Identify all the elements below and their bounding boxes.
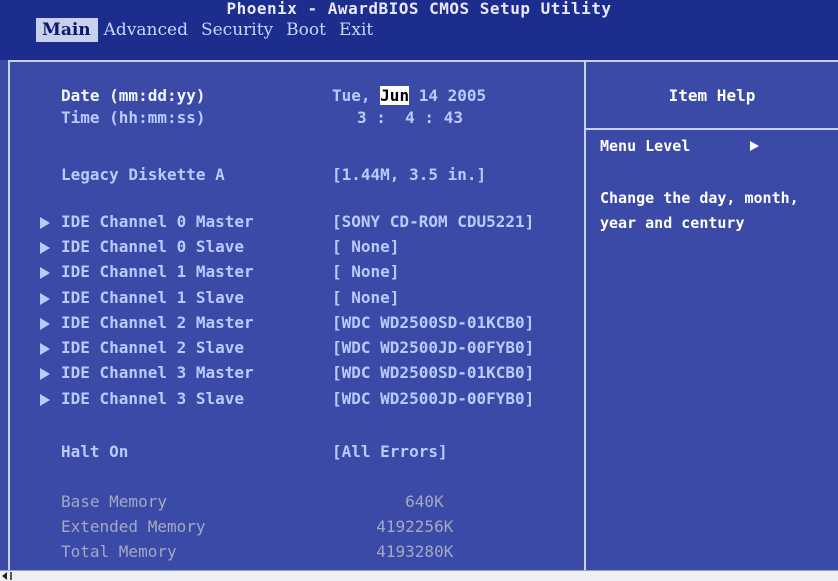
total-memory-value: 4193280K	[357, 542, 454, 561]
diskette-label: Legacy Diskette A	[61, 165, 225, 184]
base-memory-row: Base Memory 640K	[0, 490, 584, 514]
halt-on-value[interactable]: [All Errors]	[332, 440, 448, 464]
extended-memory-label: Extended Memory	[61, 517, 206, 536]
halt-on-label: Halt On	[61, 442, 129, 461]
submenu-arrow-icon	[40, 343, 50, 355]
ide-value: [ None]	[332, 237, 400, 256]
time-value[interactable]: 3 : 4 : 43	[357, 106, 463, 130]
ide-label: IDE Channel 1 Master	[61, 262, 254, 281]
date-value[interactable]: Tue, Jun 14 2005	[332, 84, 486, 108]
ide-value: [ None]	[332, 262, 400, 281]
help-divider	[586, 128, 838, 130]
ide-value: [ None]	[332, 288, 400, 307]
ide-label: IDE Channel 2 Master	[61, 313, 254, 332]
menu-level-label: Menu Level	[600, 137, 691, 155]
ide-label: IDE Channel 0 Slave	[61, 237, 245, 256]
time-row[interactable]: Time (hh:mm:ss) 3 : 4 : 43	[0, 106, 584, 130]
submenu-arrow-icon	[40, 394, 50, 406]
menu-bar: Main Advanced Security Boot Exit	[0, 18, 838, 60]
total-memory-row: Total Memory 4193280K	[0, 540, 584, 564]
ide-label: IDE Channel 3 Slave	[61, 389, 245, 408]
halt-on-row[interactable]: Halt On [All Errors]	[0, 440, 584, 464]
ide-row[interactable]: IDE Channel 1 Master [ None]	[0, 260, 584, 284]
ide-row[interactable]: IDE Channel 1 Slave [ None]	[0, 286, 584, 310]
ide-value: [WDC WD2500JD-00FYB0]	[332, 338, 535, 357]
date-label: Date (mm:dd:yy)	[61, 86, 206, 105]
scroll-left-icon[interactable]	[2, 572, 7, 580]
ide-value: [WDC WD2500SD-01KCB0]	[332, 363, 535, 382]
window-title: Phoenix - AwardBIOS CMOS Setup Utility	[0, 0, 838, 18]
date-weekday: Tue,	[332, 86, 371, 105]
scroll-thumb[interactable]	[10, 572, 12, 580]
menu-exit[interactable]: Exit	[333, 18, 380, 42]
menu-main[interactable]: Main	[36, 18, 98, 42]
submenu-arrow-icon	[40, 217, 50, 229]
ide-row[interactable]: IDE Channel 3 Master [WDC WD2500SD-01KCB…	[0, 361, 584, 385]
date-month-selected[interactable]: Jun	[380, 86, 410, 105]
panel-divider	[584, 60, 586, 570]
ide-row[interactable]: IDE Channel 2 Master [WDC WD2500SD-01KCB…	[0, 311, 584, 335]
ide-row[interactable]: IDE Channel 2 Slave [WDC WD2500JD-00FYB0…	[0, 336, 584, 360]
ide-row[interactable]: IDE Channel 3 Slave [WDC WD2500JD-00FYB0…	[0, 387, 584, 411]
ide-label: IDE Channel 2 Slave	[61, 338, 245, 357]
ide-row[interactable]: IDE Channel 0 Master [SONY CD-ROM CDU522…	[0, 210, 584, 234]
diskette-row[interactable]: Legacy Diskette A [1.44M, 3.5 in.]	[0, 163, 584, 187]
base-memory-label: Base Memory	[61, 492, 167, 511]
ide-label: IDE Channel 3 Master	[61, 363, 254, 382]
extended-memory-value: 4192256K	[357, 517, 454, 536]
menu-advanced[interactable]: Advanced	[98, 18, 195, 42]
help-description: Change the day, month, year and century	[600, 189, 799, 232]
menu-level-arrow-icon	[750, 141, 759, 151]
ide-value: [SONY CD-ROM CDU5221]	[332, 212, 535, 231]
horizontal-scrollbar[interactable]	[0, 570, 838, 581]
ide-label: IDE Channel 0 Master	[61, 212, 254, 231]
extended-memory-row: Extended Memory 4192256K	[0, 515, 584, 539]
item-help-title: Item Help	[668, 86, 756, 105]
date-day-year[interactable]: 14 2005	[409, 86, 486, 105]
ide-value: [WDC WD2500SD-01KCB0]	[332, 313, 535, 332]
ide-row[interactable]: IDE Channel 0 Slave [ None]	[0, 235, 584, 259]
diskette-value[interactable]: [1.44M, 3.5 in.]	[332, 163, 486, 187]
date-row[interactable]: Date (mm:dd:yy) Tue, Jun 14 2005	[0, 84, 584, 108]
menu-boot[interactable]: Boot	[280, 18, 333, 42]
submenu-arrow-icon	[40, 368, 50, 380]
total-memory-label: Total Memory	[61, 542, 177, 561]
submenu-arrow-icon	[40, 267, 50, 279]
time-label: Time (hh:mm:ss)	[61, 108, 206, 127]
menu-security[interactable]: Security	[195, 18, 280, 42]
ide-label: IDE Channel 1 Slave	[61, 288, 245, 307]
base-memory-value: 640K	[357, 492, 444, 511]
submenu-arrow-icon	[40, 318, 50, 330]
ide-value: [WDC WD2500JD-00FYB0]	[332, 389, 535, 408]
submenu-arrow-icon	[40, 293, 50, 305]
submenu-arrow-icon	[40, 242, 50, 254]
